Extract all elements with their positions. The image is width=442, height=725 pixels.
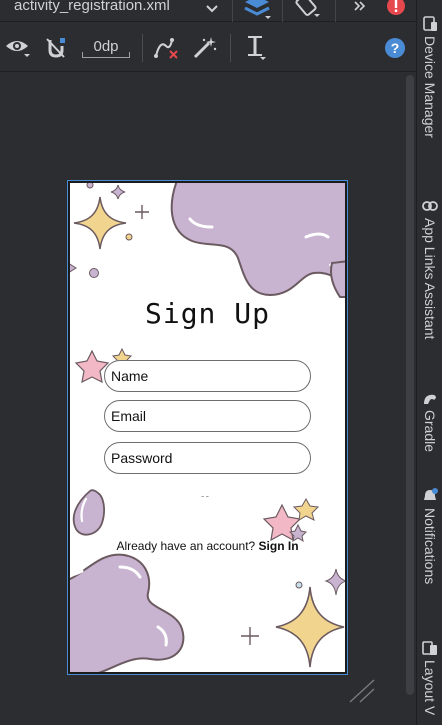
gradle-icon [424,394,436,404]
divider [335,0,336,22]
device-manager-tab[interactable]: Device Manager [417,16,442,138]
app-links-assistant-tab[interactable]: App Links Assistant [417,198,442,339]
editor-tab-bar: activity_registration.xml [0,0,416,22]
view-options-icon[interactable] [4,36,32,60]
layout-preview[interactable]: Sign Up Name Email Password ~ ~ Already … [67,180,348,675]
infer-constraints-icon[interactable] [192,36,218,60]
tiny-text: ~ ~ [201,494,209,499]
resize-handle-icon[interactable] [346,676,376,708]
svg-text:?: ? [391,40,400,56]
error-icon[interactable] [386,0,406,20]
link-icon [422,201,438,211]
divider [282,0,283,22]
divider [142,34,143,62]
password-input[interactable]: Password [104,442,311,474]
sign-in-row: Already have an account? Sign In [70,539,345,553]
file-tab-title[interactable]: activity_registration.xml [14,0,170,14]
more-chevron-icon[interactable] [353,0,367,17]
notifications-tab[interactable]: Notifications [417,488,442,584]
rotate-device-icon[interactable] [294,0,320,22]
bell-icon [424,488,438,500]
autoconnect-off-icon[interactable] [44,36,68,60]
design-toolbar: 0dp ? [0,22,416,72]
sign-in-link[interactable]: Sign In [259,539,299,553]
chevron-down-icon[interactable] [205,1,219,20]
layout-validation-icon [422,641,437,655]
vertical-scrollbar[interactable] [404,73,416,701]
device-manager-icon [423,16,437,31]
gradle-tab[interactable]: Gradle [417,390,442,452]
layers-icon[interactable] [243,0,271,24]
sign-in-prompt: Already have an account? [116,539,256,553]
help-icon[interactable]: ? [384,36,406,60]
guidelines-icon[interactable] [242,36,270,60]
sign-up-title: Sign Up [144,297,270,330]
divider [230,34,231,62]
email-input[interactable]: Email [104,400,311,432]
divider [232,0,233,22]
layout-validation-tab[interactable]: Layout V [417,640,442,715]
scrollbar-thumb[interactable] [406,75,414,695]
right-tool-strip: Device Manager App Links Assistant Gradl… [416,0,442,725]
default-margin-field[interactable]: 0dp [80,38,132,60]
name-input[interactable]: Name [104,360,311,392]
clear-constraints-icon[interactable] [152,36,180,60]
